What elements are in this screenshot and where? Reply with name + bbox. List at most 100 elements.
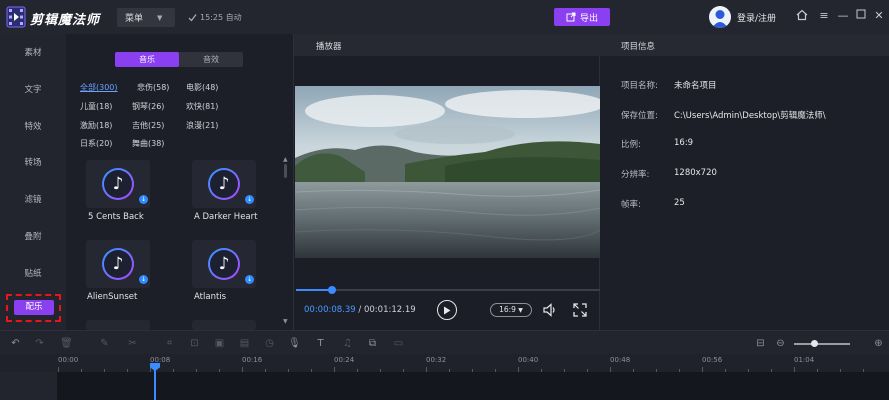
download-icon[interactable]: ↓ xyxy=(245,195,254,204)
music-card[interactable] xyxy=(86,320,150,330)
nav-item-transition[interactable]: 转场 xyxy=(0,156,66,168)
nav-item-overlay[interactable]: 叠附 xyxy=(0,230,66,242)
app-title: 剪辑魔法师 xyxy=(30,13,101,28)
minimize-icon[interactable]: — xyxy=(836,9,850,23)
nav-item-music[interactable]: 配乐 xyxy=(14,300,54,315)
nav-item-text[interactable]: 文字 xyxy=(0,83,66,95)
music-card[interactable] xyxy=(192,320,256,330)
chevron-down-icon: ▼ xyxy=(518,307,523,314)
autosave-text: 15:25 自动 xyxy=(200,13,242,22)
home-icon[interactable] xyxy=(795,9,809,23)
delete-icon[interactable]: 🗑 xyxy=(60,337,73,350)
music-panel: 音乐 音效 全部(300) 悲伤(58) 电影(48) 儿童(18) 钢琴(26… xyxy=(66,34,293,330)
undo-icon[interactable]: ↶ xyxy=(9,337,22,350)
resolution-value: 1280x720 xyxy=(674,168,717,178)
zoom-out-icon[interactable]: ⊖ xyxy=(774,337,787,350)
hamburger-menu-icon[interactable]: ≡ xyxy=(817,9,831,23)
nav-item-sticker[interactable]: 贴纸 xyxy=(0,267,66,279)
play-button[interactable] xyxy=(437,300,457,320)
category-romantic[interactable]: 浪漫(21) xyxy=(186,120,218,131)
category-movie[interactable]: 电影(48) xyxy=(186,82,218,93)
crop-icon[interactable]: ⌗ xyxy=(163,337,176,350)
user-avatar-icon xyxy=(712,10,728,28)
export-icon xyxy=(566,12,576,22)
category-cheerful[interactable]: 欢快(81) xyxy=(186,101,218,112)
text-to-speech-icon[interactable]: T xyxy=(314,337,327,350)
nav-item-material[interactable]: 素材 xyxy=(0,46,66,58)
music-card[interactable]: ♪ ↓ xyxy=(192,160,256,208)
redo-icon[interactable]: ↷ xyxy=(33,337,46,350)
scrollbar-thumb[interactable] xyxy=(284,164,287,178)
category-inspiring[interactable]: 激励(18) xyxy=(80,120,112,131)
microphone-icon[interactable]: 🎙 xyxy=(288,337,301,350)
save-path-value: C:\Users\Admin\Desktop\剪辑魔法师\ xyxy=(674,111,826,121)
nav-item-effects[interactable]: 特效 xyxy=(0,120,66,132)
app-logo-icon xyxy=(6,6,26,28)
timeline-tick-label: 00:24 xyxy=(334,356,355,364)
playhead[interactable] xyxy=(154,364,156,400)
avatar[interactable] xyxy=(709,6,731,28)
mosaic-icon[interactable]: ▣ xyxy=(213,337,226,350)
aspect-ratio-select[interactable]: 16:9 ▼ xyxy=(490,303,532,317)
maximize-icon[interactable] xyxy=(854,9,868,23)
category-sad[interactable]: 悲伤(58) xyxy=(137,82,169,93)
music-note-icon: ♪ xyxy=(208,248,240,280)
volume-icon[interactable] xyxy=(542,302,558,318)
ratio-label: 比例: xyxy=(621,140,641,150)
edit-icon[interactable]: ✎ xyxy=(98,337,111,350)
playback-scrubber-handle[interactable] xyxy=(328,286,337,294)
close-icon[interactable]: ✕ xyxy=(872,9,886,23)
download-icon[interactable]: ↓ xyxy=(139,195,148,204)
picture-in-picture-icon[interactable]: ▭ xyxy=(392,337,405,350)
player-title: 播放器 xyxy=(316,42,342,52)
playback-progress-bar[interactable] xyxy=(296,286,600,294)
fullscreen-icon[interactable] xyxy=(572,302,588,318)
music-track-title: 5 Cents Back xyxy=(88,212,144,222)
music-track-title: A Darker Heart xyxy=(194,212,258,222)
freeze-icon[interactable]: ▤ xyxy=(238,337,251,350)
music-card[interactable]: ♪ ↓ xyxy=(86,240,150,288)
timeline-tracks[interactable] xyxy=(0,372,889,400)
scroll-up-icon[interactable]: ▲ xyxy=(283,156,288,163)
nav-item-filter[interactable]: 滤镜 xyxy=(0,193,66,205)
timeline-tick-label: 00:56 xyxy=(702,356,723,364)
category-dance[interactable]: 舞曲(38) xyxy=(132,138,164,149)
split-icon[interactable]: ⊡ xyxy=(188,337,201,350)
tab-sound-effects[interactable]: 音效 xyxy=(179,52,243,67)
timeline-tick-label: 00:00 xyxy=(58,356,79,364)
download-icon[interactable]: ↓ xyxy=(139,275,148,284)
music-subtabs: 音乐 音效 xyxy=(115,52,243,67)
zoom-in-icon[interactable]: ⊕ xyxy=(872,337,885,350)
category-all[interactable]: 全部(300) xyxy=(80,82,118,93)
export-button[interactable]: 导出 xyxy=(554,8,610,26)
music-card[interactable]: ♪ ↓ xyxy=(192,240,256,288)
category-piano[interactable]: 钢琴(26) xyxy=(132,101,164,112)
timeline-tick-label: 00:48 xyxy=(610,356,631,364)
scissors-icon[interactable]: ✂ xyxy=(126,337,139,350)
timeline-zoom-slider[interactable] xyxy=(794,343,850,345)
copy-icon[interactable]: ⧉ xyxy=(366,337,379,350)
autosave-status: 15:25 自动 xyxy=(188,12,242,23)
login-register-link[interactable]: 登录/注册 xyxy=(737,11,776,24)
checkmark-icon xyxy=(188,14,197,22)
ratio-value: 16:9 xyxy=(674,138,694,148)
project-info-header: 项目信息 xyxy=(600,34,889,56)
annotation-highlight-box: 配乐 xyxy=(6,294,61,322)
category-japanese[interactable]: 日系(20) xyxy=(80,138,112,149)
save-path-label: 保存位置: xyxy=(621,111,658,121)
project-info-panel: 项目信息 项目名称: 未命名项目 保存位置: C:\Users\Admin\De… xyxy=(600,34,889,330)
speed-icon[interactable]: ◷ xyxy=(263,337,276,350)
tab-music[interactable]: 音乐 xyxy=(115,52,179,67)
scroll-down-icon[interactable]: ▼ xyxy=(283,318,288,325)
frame-rate-value: 25 xyxy=(674,198,685,208)
fit-timeline-icon[interactable]: ⊟ xyxy=(754,337,767,350)
timeline-tick-label: 00:32 xyxy=(426,356,447,364)
audio-extract-icon[interactable]: ♫ xyxy=(341,337,354,350)
category-children[interactable]: 儿童(18) xyxy=(80,101,112,112)
timeline-zoom-handle[interactable] xyxy=(811,340,818,347)
download-icon[interactable]: ↓ xyxy=(245,275,254,284)
music-card[interactable]: ♪ ↓ xyxy=(86,160,150,208)
category-guitar[interactable]: 吉他(25) xyxy=(132,120,164,131)
left-nav: 素材 文字 特效 转场 滤镜 叠附 贴纸 xyxy=(0,34,66,330)
menu-button[interactable]: 菜单 ▼ xyxy=(117,8,175,27)
